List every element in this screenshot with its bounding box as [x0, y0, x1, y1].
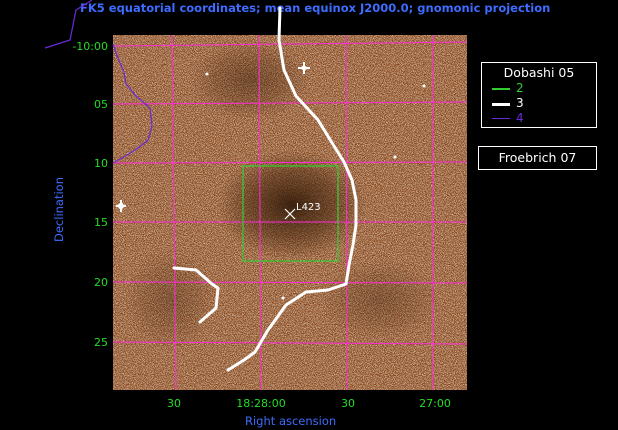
legend-entry: 4 — [482, 111, 596, 126]
object-label: L423 — [296, 202, 321, 213]
x-tick-label: 18:28:00 — [236, 397, 285, 410]
y-tick-label: 15 — [94, 216, 108, 229]
legend-title: Dobashi 05 — [503, 65, 575, 80]
x-axis-label: Right ascension — [245, 414, 337, 428]
legend-entry-label: 2 — [516, 81, 524, 95]
legend-swatch — [492, 88, 510, 90]
legend-froebrich: Froebrich 07 — [478, 146, 597, 170]
legend-entry: 2 — [482, 81, 596, 96]
y-tick-label: -10:00 — [72, 40, 108, 53]
legend-dobashi: Dobashi 05 2 3 4 — [481, 62, 597, 128]
y-axis-label: Declination — [52, 176, 66, 242]
legend-entry: 3 — [482, 96, 596, 111]
sky-image — [113, 35, 467, 390]
y-tick-label: 20 — [94, 276, 108, 289]
sky-map-figure: FK5 equatorial coordinates; mean equinox… — [0, 0, 618, 430]
legend-swatch — [492, 118, 510, 119]
legend-entry-label: 3 — [516, 96, 524, 110]
x-tick-label: 27:00 — [419, 397, 451, 410]
x-tick-label: 30 — [167, 397, 181, 410]
legend-entry-label: 4 — [516, 111, 524, 125]
y-tick-label: 05 — [94, 98, 108, 111]
x-tick-label: 30 — [341, 397, 355, 410]
legend-swatch — [492, 103, 510, 106]
y-tick-label: 25 — [94, 336, 108, 349]
y-tick-label: 10 — [94, 157, 108, 170]
